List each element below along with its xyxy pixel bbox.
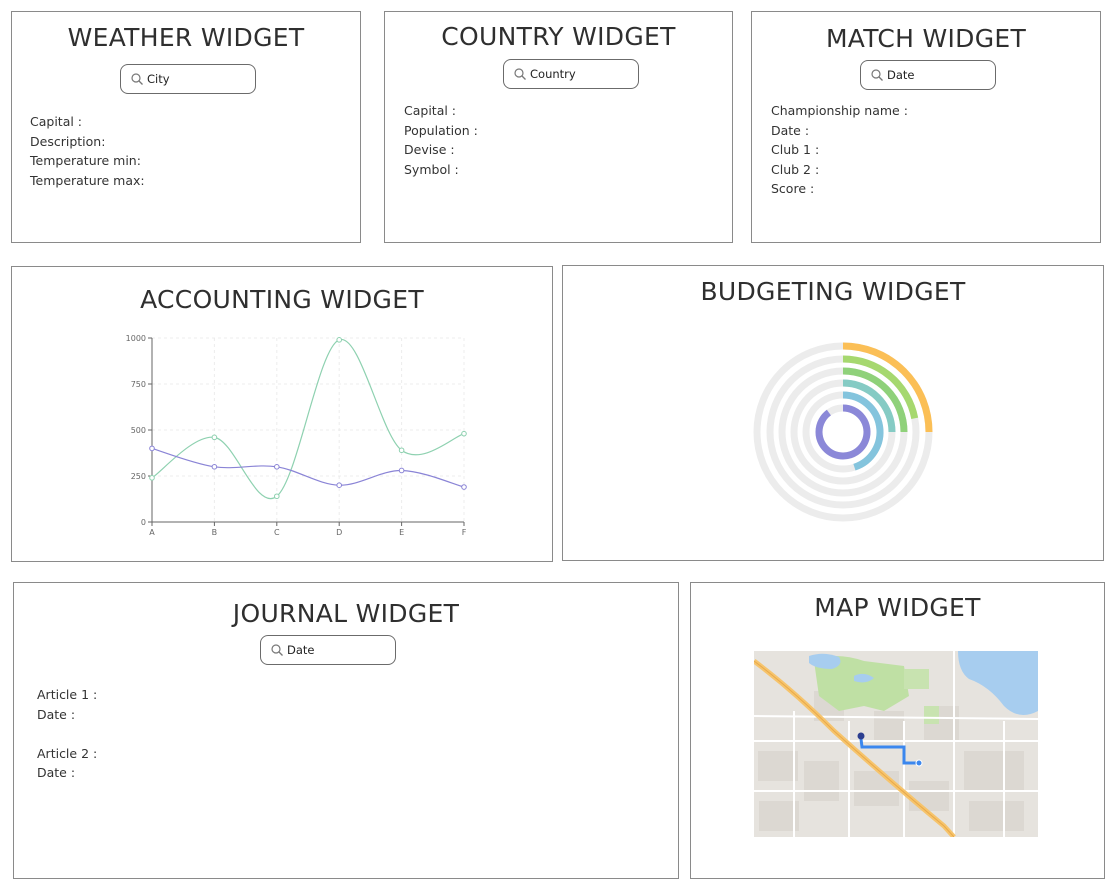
search-icon (871, 69, 883, 81)
weather-fields: Capital : Description: Temperature min: … (30, 112, 145, 190)
city-search-input[interactable]: City (120, 64, 256, 94)
journal-widget: JOURNAL WIDGET Date Article 1 : Date : A… (13, 582, 679, 879)
match-club1-label: Club 1 : (771, 142, 820, 157)
match-date-placeholder: Date (887, 68, 915, 82)
map-widget: MAP WIDGET (690, 582, 1105, 879)
journal-articles: Article 1 : Date : Article 2 : Date : (37, 685, 97, 783)
match-score-label: Score : (771, 181, 815, 196)
data-point (398, 447, 405, 454)
data-point (336, 337, 343, 343)
article-2-date-label: Date : (37, 765, 76, 780)
match-widget: MATCH WIDGET Date Championship name : Da… (751, 11, 1101, 243)
data-point (149, 445, 155, 452)
weather-widget-title: WEATHER WIDGET (67, 23, 305, 52)
weather-temp-max-label: Temperature max: (30, 172, 145, 188)
x-tick-label: E (399, 528, 404, 537)
x-tick-label: F (462, 528, 467, 537)
weather-widget: WEATHER WIDGET City Capital : Descriptio… (11, 11, 361, 243)
search-icon (271, 644, 283, 656)
x-tick-label: B (212, 528, 218, 537)
country-search-placeholder: Country (530, 67, 576, 81)
article-1-label: Article 1 : (37, 687, 98, 702)
country-symbol-label: Symbol : (404, 161, 459, 177)
weather-capital-label: Capital : (30, 114, 83, 129)
y-tick-label: 750 (131, 380, 146, 389)
data-point (149, 475, 155, 481)
search-icon (514, 68, 526, 80)
country-capital-label: Capital : (404, 103, 457, 118)
x-tick-label: D (336, 528, 342, 537)
country-search-input[interactable]: Country (503, 59, 639, 89)
match-championship-label: Championship name : (771, 103, 908, 118)
accounting-widget: ACCOUNTING WIDGET 0 250 500 750 1000 A B C D E F (11, 266, 553, 562)
data-point (274, 493, 280, 500)
country-widget-title: COUNTRY WIDGET (441, 22, 676, 51)
data-point (461, 430, 467, 437)
series-line-1 (151, 339, 465, 500)
journal-date-search-input[interactable]: Date (260, 635, 396, 665)
x-tick-label: A (149, 528, 155, 537)
match-club2-label: Club 2 : (771, 161, 820, 177)
match-date-search-input[interactable]: Date (860, 60, 996, 90)
y-tick-label: 0 (141, 518, 146, 527)
match-date-label: Date : (771, 122, 810, 138)
match-fields: Championship name : Date : Club 1 : Club… (771, 101, 908, 199)
budgeting-widget: BUDGETING WIDGET (562, 265, 1104, 561)
y-tick-label: 1000 (126, 334, 146, 343)
country-widget: COUNTRY WIDGET Country Capital : Populat… (384, 11, 733, 243)
map-widget-title: MAP WIDGET (814, 593, 981, 622)
city-search-placeholder: City (147, 72, 170, 86)
data-point (211, 434, 218, 441)
data-point (336, 482, 343, 488)
journal-date-placeholder: Date (287, 643, 315, 657)
accounting-line-chart: 0 250 500 750 1000 A B C D E F (126, 334, 467, 537)
ring-bar-6 (815, 404, 871, 460)
article-2-label: Article 2 : (37, 745, 98, 761)
country-population-label: Population : (404, 122, 478, 138)
map-image[interactable] (754, 651, 1038, 837)
country-fields: Capital : Population : Devise : Symbol : (404, 101, 478, 179)
match-widget-title: MATCH WIDGET (825, 24, 1027, 53)
search-icon (131, 73, 143, 85)
x-tick-label: C (274, 528, 280, 537)
budgeting-radial-chart (753, 342, 933, 522)
country-devise-label: Devise : (404, 142, 455, 157)
data-point (461, 484, 467, 490)
data-point (398, 467, 405, 474)
y-tick-label: 250 (131, 472, 146, 481)
data-point (274, 464, 280, 470)
article-1-date-label: Date : (37, 706, 76, 722)
weather-temp-min-label: Temperature min: (30, 153, 141, 168)
journal-widget-title: JOURNAL WIDGET (232, 599, 460, 628)
weather-description-label: Description: (30, 133, 106, 149)
y-tick-label: 500 (131, 426, 146, 435)
data-point (211, 464, 218, 470)
